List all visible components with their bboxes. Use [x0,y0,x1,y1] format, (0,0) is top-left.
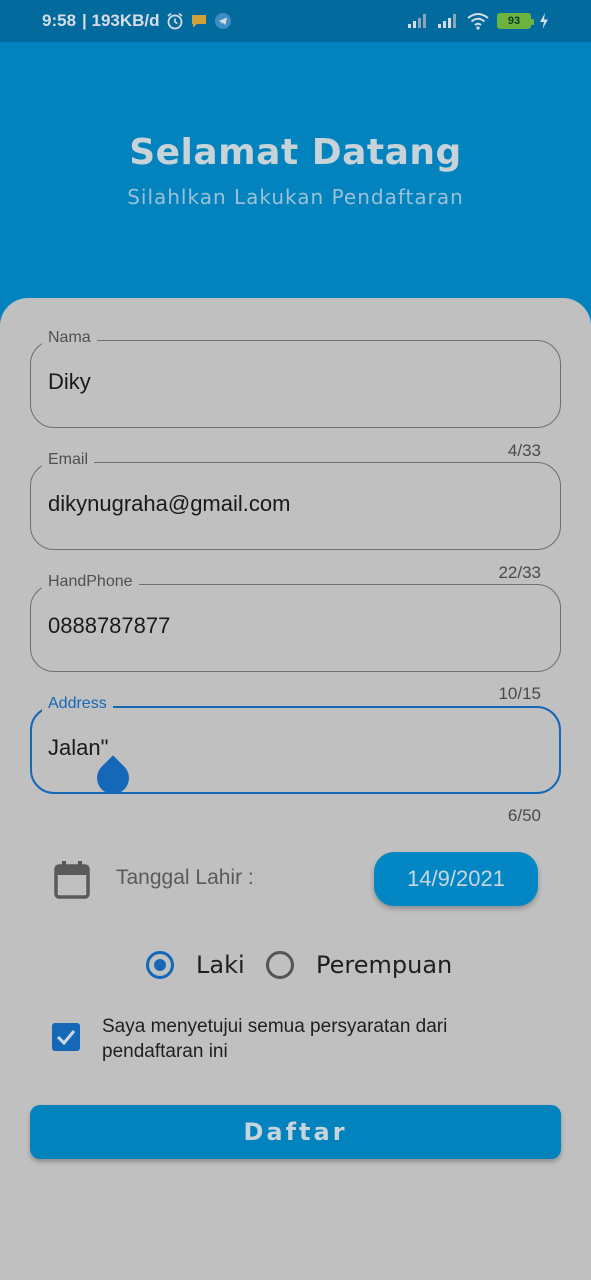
radio-perempuan-label[interactable]: Perempuan [316,951,452,979]
birth-date-label: Tanggal Lahir : [116,866,254,889]
telegram-icon [214,12,232,30]
status-bar: 9:58 | 193KB/d 93 [0,0,591,42]
email-label: Email [42,451,95,469]
submit-button[interactable]: Daftar [30,1105,561,1159]
nama-field[interactable]: Nama [30,329,561,428]
gender-radio-group: Laki Perempuan [0,945,591,985]
page-title: Selamat Datang [129,132,462,173]
handphone-field[interactable]: HandPhone [30,573,561,672]
nama-input[interactable] [48,369,528,395]
birth-date-row: Tanggal Lahir : 14/9/2021 [0,846,591,910]
status-time: 9:58 [42,11,77,30]
radio-laki[interactable] [146,951,174,979]
message-icon [190,12,208,30]
header: Selamat Datang Silahlkan Lakukan Pendaft… [0,42,591,342]
signal-icon [437,13,459,29]
handphone-input[interactable] [48,613,528,639]
check-icon [56,1030,76,1046]
battery-icon: 93 [497,13,534,29]
nama-label: Nama [42,329,97,347]
address-label: Address [42,695,113,713]
status-left: 9:58 | 193KB/d [42,11,232,31]
wifi-icon [467,12,489,30]
nama-counter: 4/33 [507,441,541,460]
calendar-icon[interactable] [53,860,91,904]
email-counter: 22/33 [498,563,541,582]
handphone-counter: 10/15 [498,684,541,703]
birth-date-button[interactable]: 14/9/2021 [374,852,538,906]
alarm-icon [166,12,184,30]
charging-icon [539,12,549,30]
agreement-checkbox[interactable] [52,1023,80,1051]
email-input[interactable] [48,491,528,517]
agreement-text: Saya menyetujui semua persyaratan dari p… [102,1016,448,1062]
address-counter: 6/50 [507,806,541,825]
signal-icon [407,13,429,29]
radio-perempuan[interactable] [266,951,294,979]
address-field[interactable]: Address [30,695,561,801]
email-field[interactable]: Email [30,451,561,550]
radio-laki-label[interactable]: Laki [196,951,245,979]
handphone-label: HandPhone [42,573,139,591]
page-subtitle: Silahlkan Lakukan Pendaftaran [127,185,464,209]
address-input[interactable] [48,735,528,761]
status-right: 93 [407,12,549,30]
battery-level: 93 [507,15,521,27]
status-network-speed: | 193KB/d [82,11,160,30]
